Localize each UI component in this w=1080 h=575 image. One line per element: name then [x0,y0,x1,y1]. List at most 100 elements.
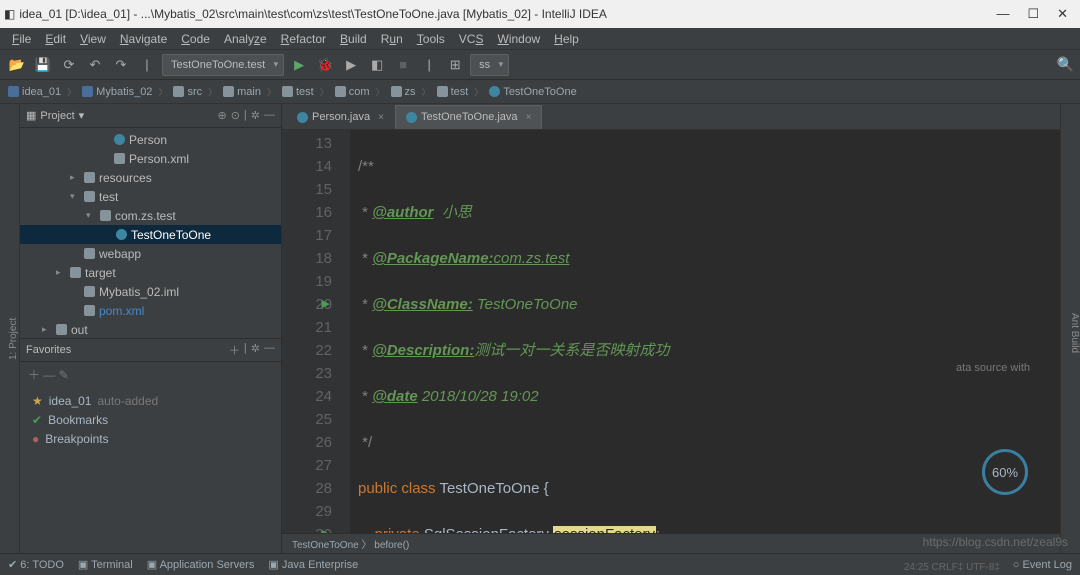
menu-vcs[interactable]: VCS [453,30,490,48]
crumb-project[interactable]: idea_01 [8,86,61,98]
tree-item[interactable]: pom.xml [20,301,281,320]
crumb-folder[interactable]: test [437,86,469,98]
favorite-item[interactable]: ✔Bookmarks [20,410,281,429]
divider: | [244,342,247,358]
tree-item[interactable]: ▾com.zs.test [20,206,281,225]
window-title: idea_01 [D:\idea_01] - ...\Mybatis_02\sr… [15,7,996,21]
tree-item[interactable]: ▸target [20,263,281,282]
add-icon[interactable]: ＋ [229,342,240,358]
settings-icon[interactable]: ✲ [251,342,260,358]
menu-run[interactable]: Run [375,30,409,48]
menu-window[interactable]: Window [491,30,546,48]
maximize-button[interactable]: ☐ [1027,6,1039,22]
crumb-folder[interactable]: zs [391,86,416,98]
tree-item[interactable]: ▸resources [20,168,281,187]
minimize-button[interactable]: — [996,6,1009,22]
status-position: 24:25 CRLF‡ UTF-8‡ [904,562,1000,573]
menu-code[interactable]: Code [175,30,216,48]
stop-icon[interactable]: ■ [392,54,414,76]
menu-file[interactable]: File [6,30,37,48]
tree-item[interactable]: ▸out [20,320,281,338]
strip-project[interactable]: 1: Project [8,124,19,553]
menu-navigate[interactable]: Navigate [114,30,173,48]
menu-view[interactable]: View [74,30,112,48]
ss-combo[interactable]: ss [470,54,509,76]
panel-title: Project [40,110,74,122]
menu-build[interactable]: Build [334,30,373,48]
event-log[interactable]: ○ Event Log [1013,559,1072,571]
redo-icon[interactable]: ↷ [110,54,132,76]
app-icon: ◧ [4,7,15,21]
run-icon[interactable]: ▶ [288,54,310,76]
undo-icon[interactable]: ↶ [84,54,106,76]
crumb-folder[interactable]: test [282,86,314,98]
editor-area: Person.java× TestOneToOne.java× 13141516… [282,104,1060,553]
crumb-folder[interactable]: main [223,86,261,98]
favorites-toolbar: ＋ — ✎ [20,362,281,387]
sidebar: ▦Project ▾ ⊕ ⊙ | ✲ — PersonPerson.xml▸re… [20,104,282,553]
crumb-module[interactable]: Mybatis_02 [82,86,152,98]
nav-breadcrumb: idea_01〉 Mybatis_02〉 src〉 main〉 test〉 co… [0,80,1080,104]
appservers-tab[interactable]: ▣ Application Servers [147,558,255,571]
code-editor[interactable]: 1314151617181920▶21222324252627282930▶31… [282,130,1060,533]
favorites-header: Favorites ＋ | ✲ — [20,338,281,362]
menu-help[interactable]: Help [548,30,585,48]
tree-item[interactable]: Mybatis_02.iml [20,282,281,301]
tree-item[interactable]: Person.xml [20,149,281,168]
code-content[interactable]: /** * @author 小思 * @PackageName:com.zs.t… [350,130,1060,533]
tab-person[interactable]: Person.java× [286,105,395,129]
divider: | [418,54,440,76]
tree-item[interactable]: webapp [20,244,281,263]
crumb-folder[interactable]: com [335,86,370,98]
hide-icon[interactable]: — [264,109,275,122]
titlebar: ◧ idea_01 [D:\idea_01] - ...\Mybatis_02\… [0,0,1080,28]
terminal-tab[interactable]: ▣ Terminal [78,558,133,571]
right-tool-strip: Ant Build Database m Maven Projects [1060,104,1080,553]
menu-tools[interactable]: Tools [411,30,451,48]
menu-refactor[interactable]: Refactor [275,30,332,48]
tree-item[interactable]: ▾test [20,187,281,206]
editor-tabs: Person.java× TestOneToOne.java× [282,104,1060,130]
javaee-tab[interactable]: ▣ Java Enterprise [268,558,358,571]
line-gutter[interactable]: 1314151617181920▶21222324252627282930▶31 [282,130,350,533]
menu-analyze[interactable]: Analyze [218,30,273,48]
menu-edit[interactable]: Edit [39,30,72,48]
todo-tab[interactable]: ✔ 6: TODO [8,558,64,571]
debug-icon[interactable]: 🐞 [314,54,336,76]
close-button[interactable]: ✕ [1057,6,1068,22]
hide-icon[interactable]: — [264,342,275,358]
search-icon[interactable]: 🔍 [1057,56,1074,73]
structure-icon[interactable]: ⊞ [444,54,466,76]
tree-item[interactable]: Person [20,130,281,149]
coverage-icon[interactable]: ▶ [340,54,362,76]
settings-icon[interactable]: ✲ [251,109,260,122]
save-icon[interactable]: 💾 [32,54,54,76]
divider: | [136,54,158,76]
favorites-list[interactable]: ★idea_01auto-added✔Bookmarks●Breakpoints [20,387,281,452]
left-tool-strip: 1: Project 7: Structure Web 2: Favorites [0,104,20,553]
tab-testonetoone[interactable]: TestOneToOne.java× [395,105,542,129]
close-icon[interactable]: × [526,112,532,123]
sync-icon[interactable]: ⟳ [58,54,80,76]
favorite-item[interactable]: ★idea_01auto-added [20,391,281,410]
crumb-class[interactable]: TestOneToOne [489,86,576,98]
open-icon[interactable]: 📂 [6,54,28,76]
progress-meter: 60% [982,449,1028,495]
tree-item[interactable]: TestOneToOne [20,225,281,244]
panel-icon: ▦ [26,109,36,122]
target-icon[interactable]: ⊙ [231,109,240,122]
project-tree[interactable]: PersonPerson.xml▸resources▾test▾com.zs.t… [20,128,281,338]
close-icon[interactable]: × [378,112,384,123]
favorite-item[interactable]: ●Breakpoints [20,429,281,448]
strip-ant[interactable]: Ant Build [1069,114,1080,553]
project-panel-header: ▦Project ▾ ⊕ ⊙ | ✲ — [20,104,281,128]
profile-icon[interactable]: ◧ [366,54,388,76]
menubar: File Edit View Navigate Code Analyze Ref… [0,28,1080,50]
watermark: https://blog.csdn.net/zeal9s [923,535,1068,549]
hint-text: ata source with [956,362,1030,374]
favorites-title: Favorites [26,344,229,356]
divider: | [244,109,247,122]
crumb-folder[interactable]: src [173,86,202,98]
run-config-combo[interactable]: TestOneToOne.test [162,54,284,76]
collapse-icon[interactable]: ⊕ [217,109,226,122]
